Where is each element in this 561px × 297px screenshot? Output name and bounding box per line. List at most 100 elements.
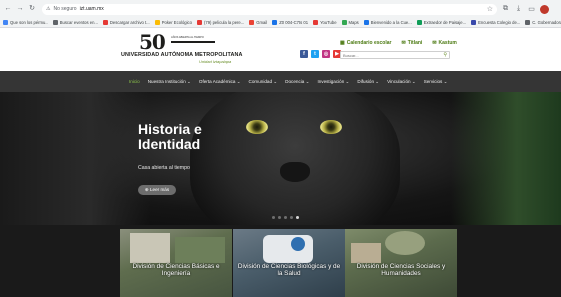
download-icon[interactable]: ⤓ [514, 5, 523, 13]
bookmark-label: C. Gobernadora Ia... [532, 20, 561, 25]
browser-toolbar: ← → ↻ ⚠ No seguro izt.uam.mx ☆ ⧉ ⤓ ▭ [0, 0, 561, 18]
nav-item-servicios[interactable]: Servicios ⌄ [424, 79, 448, 85]
panther-nose [280, 162, 310, 182]
bookmark-label: Descargar archivo t... [109, 20, 150, 25]
bookmark-item[interactable]: Buscar eventos en... [52, 20, 98, 25]
divisions-section: División de Ciencias Básicas e Ingenierí… [0, 225, 561, 297]
forward-icon[interactable]: → [16, 5, 24, 13]
nav-item-nuestra-institucion[interactable]: Nuestra Institución ⌄ [148, 79, 191, 85]
browser-window: ← → ↻ ⚠ No seguro izt.uam.mx ☆ ⧉ ⤓ ▭ Que… [0, 0, 561, 297]
bookmark-label: Extraedor de Paisaje... [423, 20, 467, 25]
bookmark-favicon-icon [525, 20, 531, 25]
instagram-icon[interactable]: ◎ [322, 50, 330, 58]
social-links: f t ◎ ▶ [300, 50, 341, 58]
bookmark-label: Encuesta Colegio de... [478, 20, 521, 25]
bookmark-favicon-icon [249, 20, 255, 25]
bookmark-item[interactable]: Bienvenido a la Cue... [363, 20, 412, 25]
bookmark-label: Gmail [256, 20, 268, 25]
bookmark-favicon-icon [341, 20, 347, 25]
main-nav: Inicio Nuestra Institución ⌄ Oferta Acad… [0, 71, 561, 92]
bookmark-favicon-icon [52, 20, 58, 25]
extensions-icon[interactable]: ⧉ [501, 5, 510, 13]
sidebar-icon[interactable]: ▭ [527, 5, 536, 13]
bookmark-item[interactable]: C. Gobernadora Ia... [525, 20, 561, 25]
quick-link-calendario[interactable]: ▦ Calendario escolar [340, 40, 391, 46]
bookmark-favicon-icon [313, 20, 319, 25]
division-card-cbs[interactable]: División de Ciencias Biológicas y de la … [233, 229, 345, 297]
tree-image [385, 231, 425, 255]
slider-dot[interactable] [284, 216, 287, 219]
division-card-cbi[interactable]: División de Ciencias Básicas e Ingenierí… [120, 229, 232, 297]
bookmark-favicon-icon [272, 20, 278, 25]
glove-image [291, 237, 305, 251]
nav-item-inicio[interactable]: Inicio [129, 79, 140, 84]
bookmark-item[interactable]: Descargar archivo t... [102, 20, 150, 25]
panther-eye [246, 120, 268, 134]
bookmark-favicon-icon [471, 20, 477, 25]
mail-icon: ✉ [401, 40, 406, 46]
tree-image [175, 237, 225, 263]
slider-dot[interactable] [296, 216, 299, 219]
bookmark-label: (79) pelicula la pere... [203, 20, 245, 25]
building-image [351, 243, 381, 263]
division-label: División de Ciencias Básicas e Ingenierí… [132, 263, 220, 278]
bookmark-favicon-icon [416, 20, 422, 25]
bookmark-item[interactable]: (79) pelicula la pere... [196, 20, 245, 25]
bookmark-item[interactable]: YouTube [313, 20, 337, 25]
hero-title-line: Identidad [138, 136, 201, 152]
search-input[interactable] [343, 52, 439, 58]
bookmark-item[interactable]: Maps [341, 20, 359, 25]
warning-icon[interactable]: ⚠ [46, 6, 50, 12]
search-icon[interactable]: ⚲ [443, 52, 447, 58]
logo-number: 50 [139, 30, 166, 54]
bookmark-favicon-icon [3, 20, 8, 25]
bookmarks-bar: Que son los pérmu.. Buscar eventos en... D… [0, 18, 561, 28]
read-more-button[interactable]: ⊕ Leer más [138, 185, 176, 195]
hero-title: Historia e Identidad [138, 122, 202, 152]
bookmark-label: Maps [348, 20, 359, 25]
nav-item-oferta-academica[interactable]: Oferta Académica ⌄ [199, 79, 241, 85]
bookmark-label: YouTube [320, 20, 337, 25]
university-name: UNIVERSIDAD AUTÓNOMA METROPOLITANA [121, 52, 243, 58]
security-label: No seguro [53, 6, 77, 12]
url-text: izt.uam.mx [79, 6, 104, 12]
back-icon[interactable]: ← [4, 5, 12, 13]
division-card-csh[interactable]: División de Ciencias Sociales y Humanida… [345, 229, 457, 297]
site-header: 50 AÑOS ABIERTA AL TIEMPO UNIVERSIDAD AU… [0, 28, 561, 71]
nav-item-vinculacion[interactable]: Vinculación ⌄ [387, 79, 416, 85]
bookmark-item[interactable]: Z0 004-C7ts 01 [272, 20, 308, 25]
slider-dot[interactable] [290, 216, 293, 219]
bookmark-favicon-icon [196, 20, 202, 25]
quick-link-titlani[interactable]: ✉ Titlani [401, 40, 422, 46]
quick-links: ▦ Calendario escolar ✉ Titlani ✉ Kastum [340, 40, 457, 46]
profile-avatar[interactable] [540, 4, 549, 14]
hero-shadow-left [0, 92, 150, 225]
nav-item-comunidad[interactable]: Comunidad ⌄ [249, 79, 278, 85]
division-label: División de Ciencias Sociales y Humanida… [356, 263, 446, 278]
quick-link-label: Titlani [407, 40, 423, 46]
slider-dot[interactable] [272, 216, 275, 219]
bookmark-item[interactable]: Extraedor de Paisaje... [416, 20, 467, 25]
bookmark-item[interactable]: Que son los pérmu.. [3, 20, 48, 25]
quick-link-label: Calendario escolar [346, 40, 392, 46]
facebook-icon[interactable]: f [300, 50, 308, 58]
bookmark-item[interactable]: Poker Ecológico [154, 20, 192, 25]
nav-item-difusion[interactable]: Difusión ⌄ [357, 79, 379, 85]
nav-item-investigacion[interactable]: Investigación ⌄ [317, 79, 349, 85]
bookmark-favicon-icon [154, 20, 160, 25]
bookmark-label: Bienvenido a la Cue... [370, 20, 412, 25]
reload-icon[interactable]: ↻ [28, 5, 36, 13]
building-image [130, 233, 170, 263]
calendar-icon: ▦ [340, 40, 345, 46]
quick-link-kastum[interactable]: ✉ Kastum [432, 40, 457, 46]
bookmark-star-icon[interactable]: ☆ [487, 5, 493, 13]
twitter-icon[interactable]: t [311, 50, 319, 58]
bookmark-item[interactable]: Encuesta Colegio de... [471, 20, 520, 25]
uam-logo[interactable]: 50 AÑOS ABIERTA AL TIEMPO UNIVERSIDAD AU… [121, 30, 243, 68]
bookmark-item[interactable]: Gmail [249, 20, 267, 25]
bookmark-label: Z0 004-C7ts 01 [279, 20, 309, 25]
nav-item-docencia[interactable]: Docencia ⌄ [285, 79, 309, 85]
hero-foliage [451, 92, 561, 225]
slider-dot[interactable] [278, 216, 281, 219]
address-bar[interactable]: ⚠ No seguro izt.uam.mx ☆ [42, 3, 497, 15]
